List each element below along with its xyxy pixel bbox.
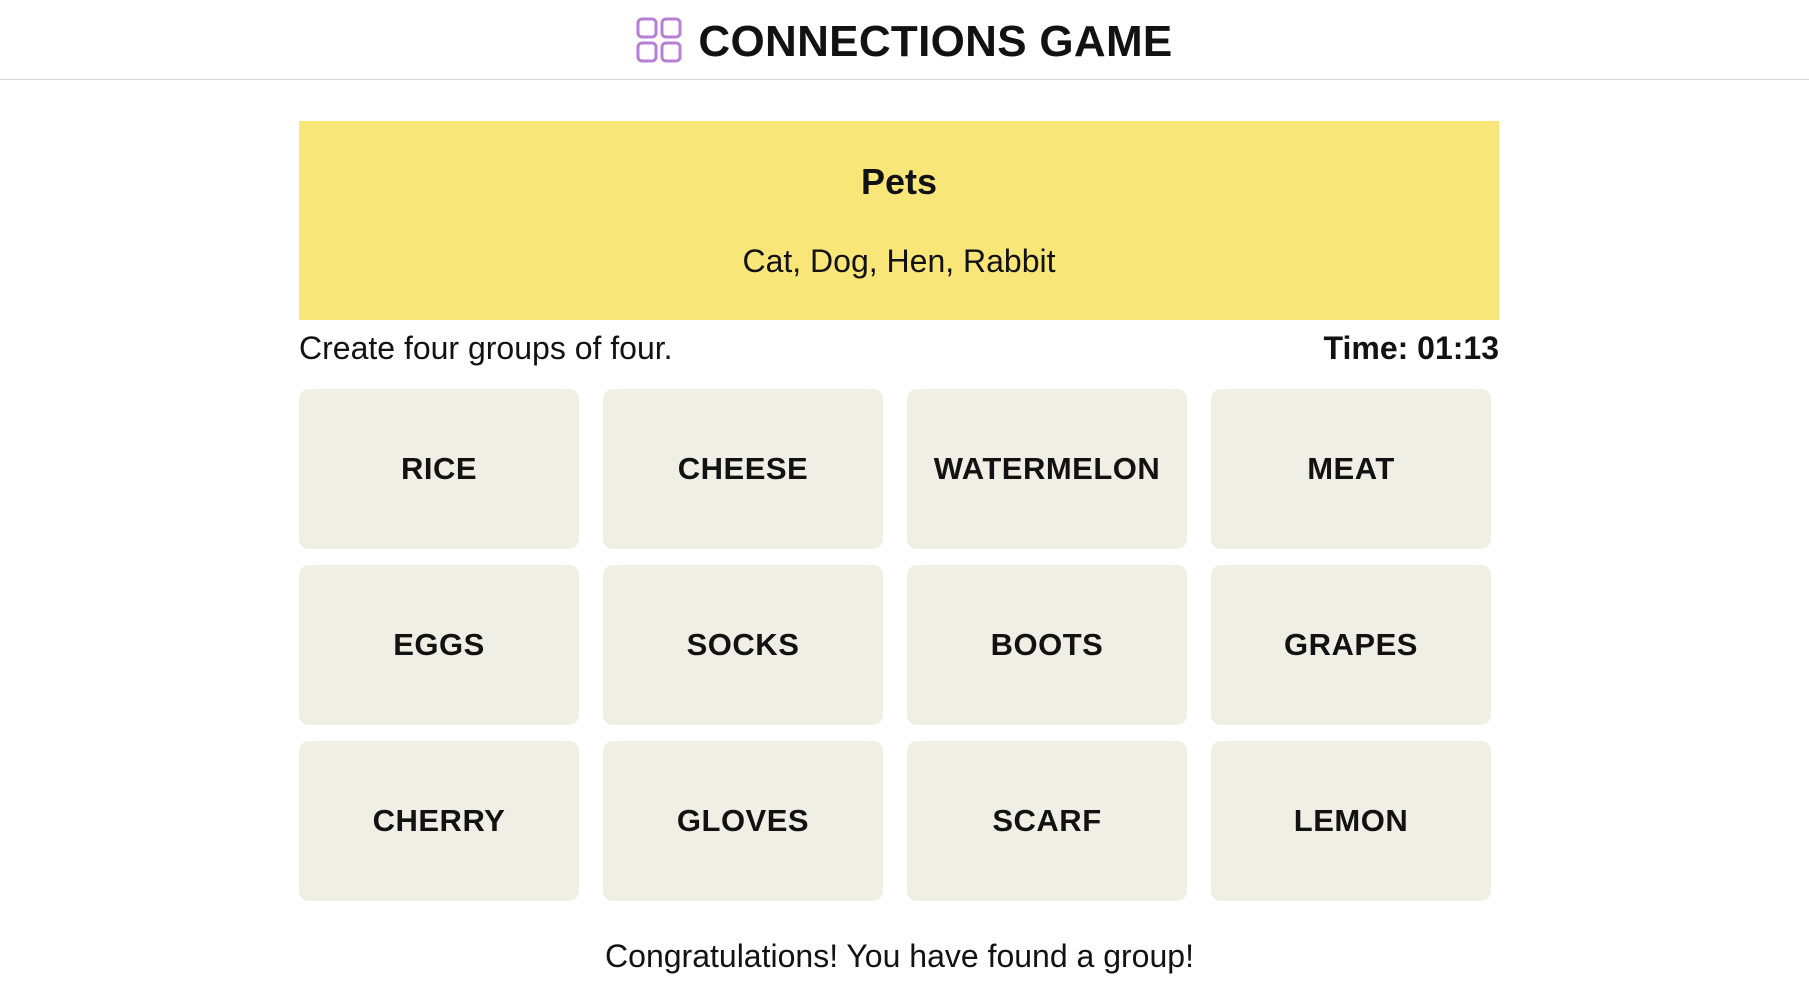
- word-grid: RICE CHEESE WATERMELON MEAT EGGS SOCKS B…: [299, 389, 1492, 901]
- app-header: CONNECTIONS GAME: [0, 0, 1809, 80]
- instructions-text: Create four groups of four.: [299, 330, 673, 366]
- word-tile[interactable]: SCARF: [907, 741, 1187, 901]
- word-tile[interactable]: EGGS: [299, 565, 579, 725]
- word-tile[interactable]: SOCKS: [603, 565, 883, 725]
- info-row: Create four groups of four. Time: 01:13: [299, 330, 1499, 372]
- word-tile[interactable]: CHEESE: [603, 389, 883, 549]
- word-tile[interactable]: GLOVES: [603, 741, 883, 901]
- word-tile[interactable]: BOOTS: [907, 565, 1187, 725]
- solved-group-members: Cat, Dog, Hen, Rabbit: [742, 243, 1056, 279]
- solved-group-banner: Pets Cat, Dog, Hen, Rabbit: [299, 121, 1499, 320]
- solved-group-category: Pets: [860, 161, 938, 202]
- app-title: CONNECTIONS GAME: [698, 16, 1173, 66]
- word-tile[interactable]: CHERRY: [299, 741, 579, 901]
- grid-squares-icon: [636, 17, 682, 62]
- word-tile[interactable]: RICE: [299, 389, 579, 549]
- word-tile[interactable]: WATERMELON: [907, 389, 1187, 549]
- word-tile[interactable]: MEAT: [1211, 389, 1491, 549]
- word-tile[interactable]: GRAPES: [1211, 565, 1491, 725]
- status-message: Congratulations! You have found a group!: [605, 938, 1194, 974]
- game-timer: Time: 01:13: [1323, 330, 1500, 366]
- word-tile[interactable]: LEMON: [1211, 741, 1491, 901]
